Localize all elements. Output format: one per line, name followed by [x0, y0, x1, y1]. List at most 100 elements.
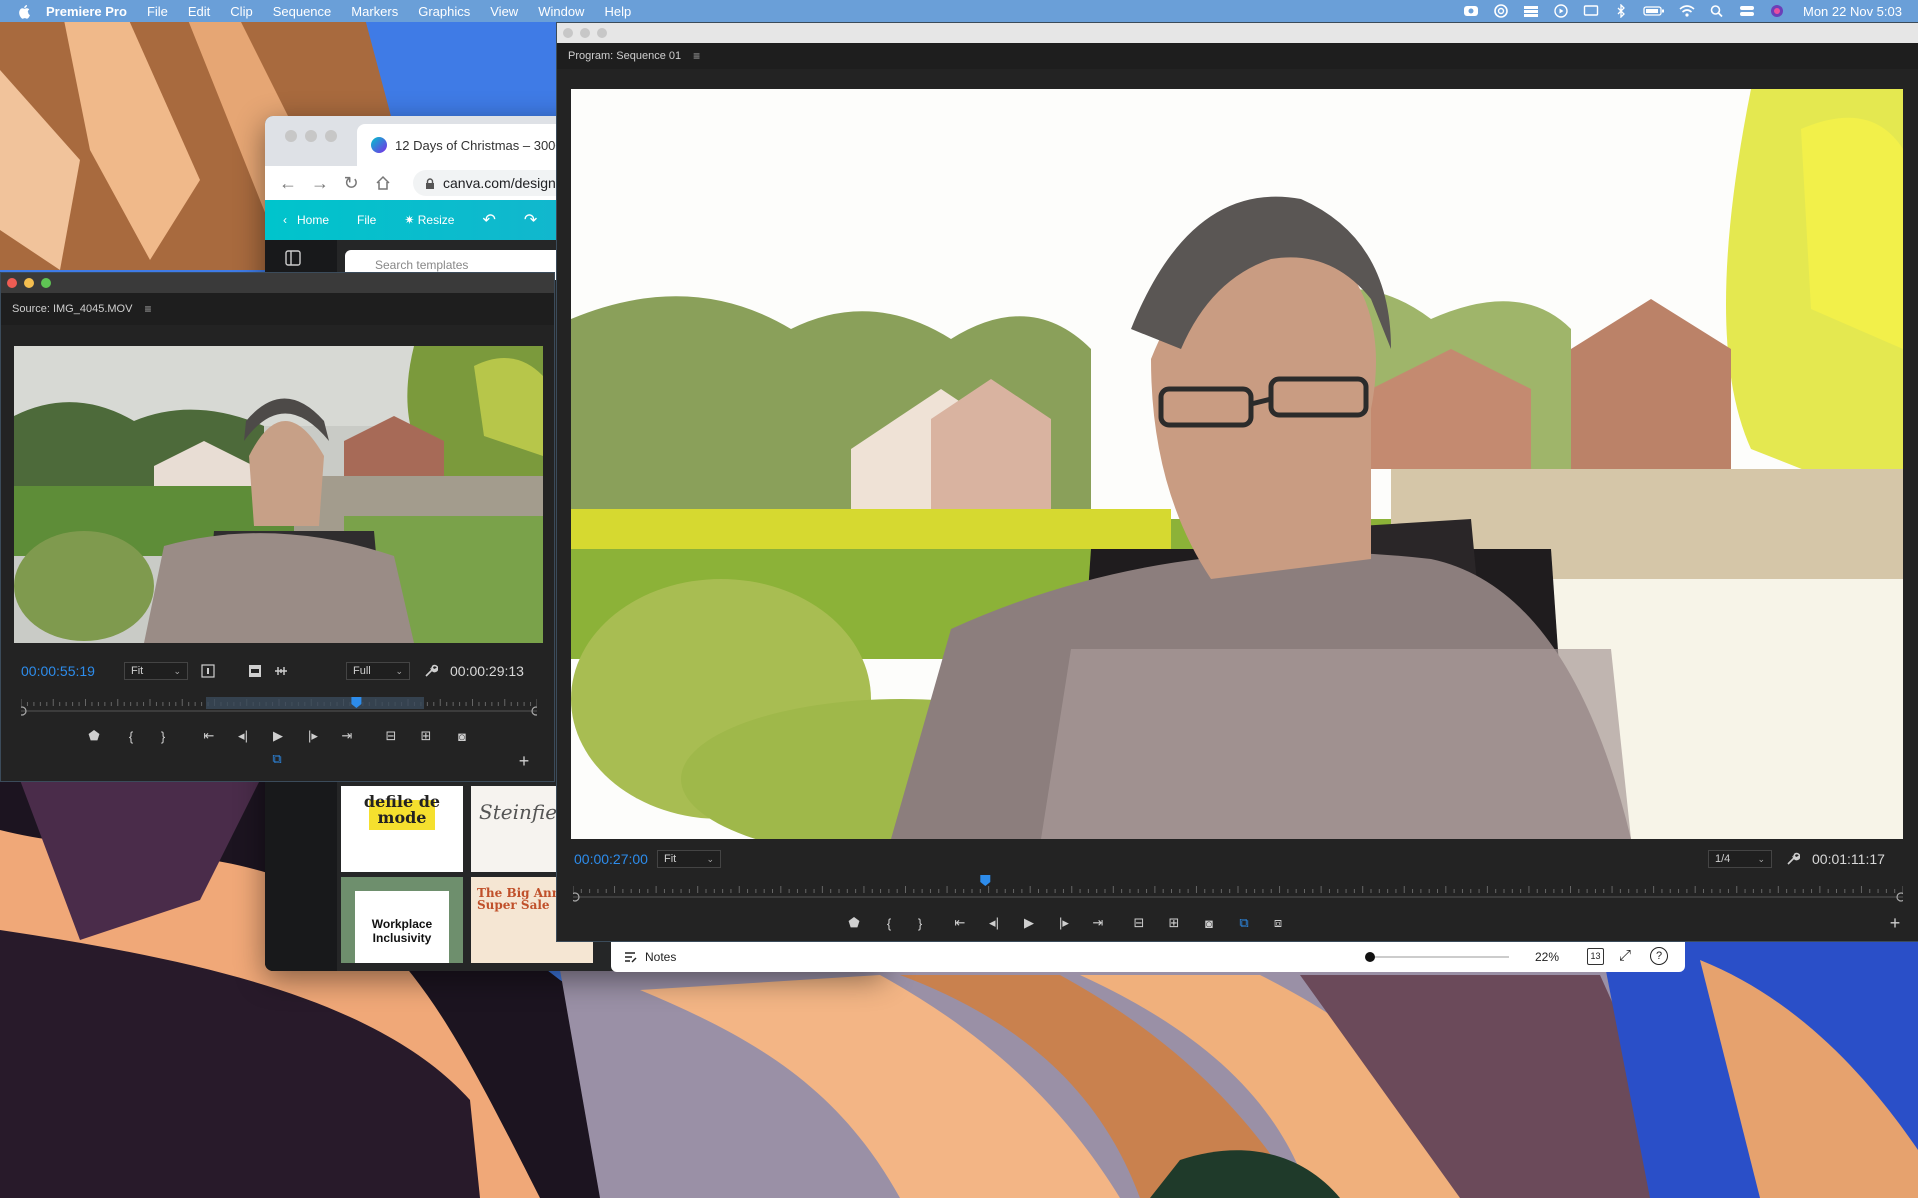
- add-marker-icon[interactable]: ⬟: [84, 728, 104, 744]
- display-icon[interactable]: [1583, 4, 1599, 18]
- help-icon[interactable]: ?: [1650, 947, 1668, 965]
- step-back-icon[interactable]: ◂|: [233, 728, 253, 744]
- page-count-icon[interactable]: 13: [1587, 948, 1604, 965]
- menu-clip[interactable]: Clip: [230, 4, 252, 19]
- template-thumbnail-workplace[interactable]: Workplace Inclusivity: [341, 877, 463, 963]
- wrench-settings-icon[interactable]: [1786, 852, 1800, 866]
- apple-menu-icon[interactable]: [18, 4, 32, 19]
- program-panel-header: Program: Sequence 01 ≡: [557, 43, 1918, 69]
- mark-in-icon[interactable]: {: [121, 729, 141, 744]
- zoom-window-button[interactable]: [325, 130, 337, 142]
- minimize-window-button[interactable]: [580, 28, 590, 38]
- program-time-ruler[interactable]: [573, 873, 1903, 905]
- template-thumbnail-defile[interactable]: defile de mode: [341, 786, 463, 872]
- undo-icon[interactable]: ↶: [482, 210, 495, 230]
- menu-help[interactable]: Help: [604, 4, 631, 19]
- menu-view[interactable]: View: [490, 4, 518, 19]
- mark-out-icon[interactable]: }: [153, 729, 173, 744]
- screen-record-icon[interactable]: [1463, 4, 1479, 18]
- zoom-window-button[interactable]: [41, 278, 51, 288]
- menu-graphics[interactable]: Graphics: [418, 4, 470, 19]
- panel-menu-icon[interactable]: ≡: [693, 49, 700, 63]
- program-current-timecode[interactable]: 00:00:27:00: [574, 851, 648, 867]
- step-forward-icon[interactable]: |▸: [303, 728, 323, 744]
- home-icon[interactable]: [375, 175, 391, 191]
- creative-cloud-icon[interactable]: [1493, 4, 1509, 18]
- zoom-slider-thumb[interactable]: [1365, 952, 1375, 962]
- source-current-timecode[interactable]: 00:00:55:19: [21, 663, 95, 679]
- menu-edit[interactable]: Edit: [188, 4, 210, 19]
- go-to-out-icon[interactable]: ⇥: [1088, 915, 1108, 931]
- multi-camera-icon[interactable]: ⧈: [1268, 915, 1288, 931]
- spotlight-search-icon[interactable]: [1709, 4, 1725, 18]
- export-frame-camera-icon[interactable]: ◙: [452, 729, 472, 744]
- go-to-out-icon[interactable]: ⇥: [337, 728, 357, 744]
- wrench-settings-icon[interactable]: [424, 664, 438, 678]
- add-button-icon[interactable]: +: [514, 751, 534, 772]
- mark-out-icon[interactable]: }: [910, 916, 930, 931]
- source-resolution-dropdown[interactable]: Full ⌄: [346, 662, 410, 680]
- source-time-ruler[interactable]: [21, 694, 537, 720]
- stack-icon[interactable]: [1523, 4, 1539, 18]
- panel-layout-icon[interactable]: [285, 250, 301, 266]
- program-playhead[interactable]: [980, 875, 991, 886]
- forward-arrow-icon[interactable]: →: [311, 173, 329, 194]
- export-frame-camera-icon[interactable]: ◙: [1199, 916, 1219, 931]
- minimize-window-button[interactable]: [305, 130, 317, 142]
- go-to-in-icon[interactable]: ⇤: [950, 915, 970, 931]
- insert-clip-icon[interactable]: ⧉: [267, 751, 287, 767]
- wifi-icon[interactable]: [1679, 4, 1695, 18]
- minimize-window-button[interactable]: [24, 278, 34, 288]
- safe-margins-icon[interactable]: [201, 664, 215, 678]
- go-to-in-icon[interactable]: ⇤: [199, 728, 219, 744]
- play-icon[interactable]: ▶: [1019, 915, 1039, 931]
- step-back-icon[interactable]: ◂|: [984, 915, 1004, 931]
- menu-sequence[interactable]: Sequence: [273, 4, 332, 19]
- mark-in-icon[interactable]: {: [879, 916, 899, 931]
- redo-icon[interactable]: ↷: [524, 210, 537, 230]
- source-panel-title[interactable]: Source: IMG_4045.MOV: [12, 303, 132, 315]
- menu-markers[interactable]: Markers: [351, 4, 398, 19]
- notes-icon[interactable]: [623, 950, 637, 964]
- canva-resize-button[interactable]: ✷ Resize: [404, 213, 454, 227]
- program-resolution-dropdown[interactable]: 1/4 ⌄: [1708, 850, 1772, 868]
- menu-app-name[interactable]: Premiere Pro: [46, 4, 127, 19]
- add-button-icon[interactable]: +: [1885, 913, 1905, 934]
- fullscreen-icon[interactable]: ⤢: [1619, 947, 1631, 964]
- zoom-slider[interactable]: [1365, 952, 1509, 962]
- bluetooth-icon[interactable]: [1613, 4, 1629, 18]
- source-zoom-dropdown[interactable]: Fit ⌄: [124, 662, 188, 680]
- canva-file-button[interactable]: File: [357, 213, 376, 227]
- overwrite-icon[interactable]: ⊞: [416, 728, 436, 744]
- zoom-percent-label[interactable]: 22%: [1535, 950, 1559, 964]
- panel-menu-icon[interactable]: ≡: [144, 302, 151, 316]
- program-video-frame: [571, 89, 1903, 839]
- menu-window[interactable]: Window: [538, 4, 584, 19]
- battery-icon[interactable]: [1643, 4, 1665, 18]
- zoom-window-button[interactable]: [597, 28, 607, 38]
- close-window-button[interactable]: [285, 130, 297, 142]
- extract-icon[interactable]: ⊞: [1164, 915, 1184, 931]
- drag-video-only-icon[interactable]: [248, 664, 262, 678]
- close-window-button[interactable]: [7, 278, 17, 288]
- step-forward-icon[interactable]: |▸: [1054, 915, 1074, 931]
- siri-icon[interactable]: [1769, 4, 1785, 18]
- canva-home-button[interactable]: ‹ Home: [283, 213, 329, 227]
- program-zoom-dropdown[interactable]: Fit ⌄: [657, 850, 721, 868]
- menu-file[interactable]: File: [147, 4, 168, 19]
- play-icon[interactable]: ▶: [268, 728, 288, 744]
- play-circle-icon[interactable]: [1553, 4, 1569, 18]
- back-arrow-icon[interactable]: ←: [279, 173, 297, 194]
- comparison-view-icon[interactable]: ⧉: [1234, 915, 1254, 931]
- notes-button[interactable]: Notes: [645, 950, 676, 964]
- control-center-icon[interactable]: [1739, 4, 1755, 18]
- menu-bar-clock[interactable]: Mon 22 Nov 5:03: [1803, 4, 1902, 19]
- reload-icon[interactable]: ↻: [343, 173, 359, 194]
- insert-icon[interactable]: ⊟: [381, 728, 401, 744]
- close-window-button[interactable]: [563, 28, 573, 38]
- drag-audio-only-icon[interactable]: [273, 664, 289, 678]
- add-marker-icon[interactable]: ⬟: [844, 915, 864, 931]
- lock-icon: [426, 177, 434, 189]
- lift-icon[interactable]: ⊟: [1129, 915, 1149, 931]
- program-panel-title[interactable]: Program: Sequence 01: [568, 50, 681, 62]
